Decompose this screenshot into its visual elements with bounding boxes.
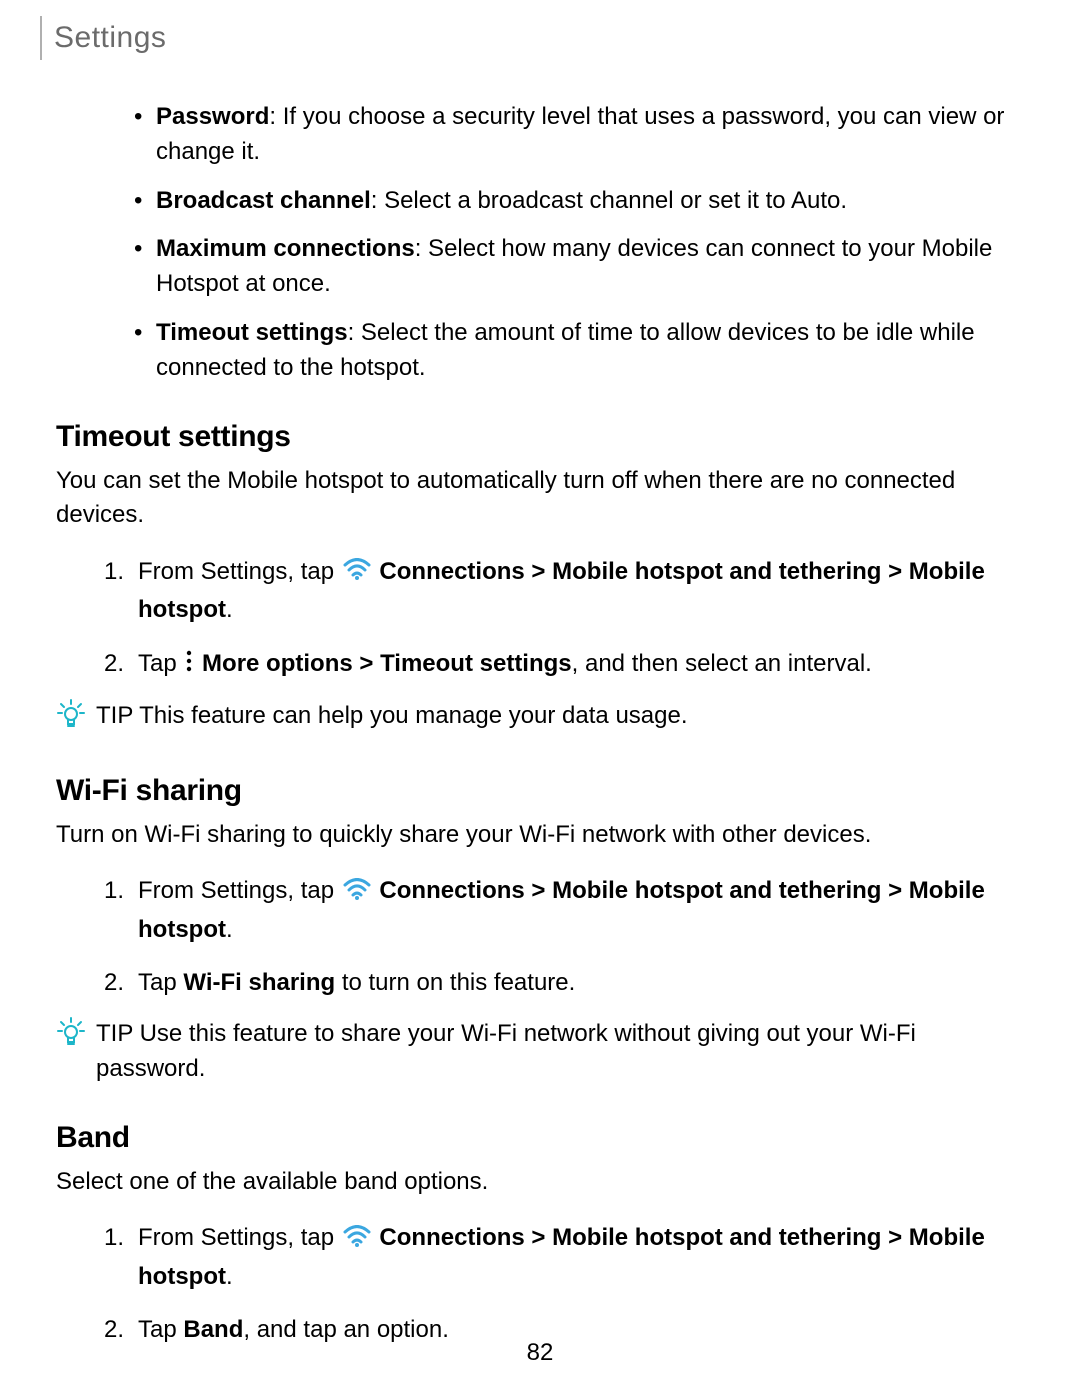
wifi-icon [343, 554, 371, 591]
step-sep: > [881, 1224, 908, 1251]
wifi-icon [343, 1221, 371, 1258]
step-sep: > [525, 558, 552, 585]
tip-body: Use this feature to share your Wi-Fi net… [96, 1020, 916, 1082]
bullet-label: Password [156, 103, 269, 130]
options-bullet-list: Password: If you choose a security level… [56, 100, 1024, 386]
page-content: Password: If you choose a security level… [56, 100, 1024, 1364]
step-end: . [226, 916, 233, 943]
bullet-broadcast-channel: Broadcast channel: Select a broadcast ch… [134, 184, 1024, 219]
heading-timeout-settings: Timeout settings [56, 420, 1024, 454]
tip-label: TIP [96, 1020, 133, 1047]
tip-label: TIP [96, 702, 133, 729]
step-bold: Connections [379, 1224, 524, 1251]
bullet-maximum-connections: Maximum connections: Select how many dev… [134, 232, 1024, 302]
band-step-1: From Settings, tap Connections > Mobile … [104, 1219, 1024, 1294]
heading-band: Band [56, 1121, 1024, 1155]
bullet-label: Maximum connections [156, 235, 415, 262]
step-bold: Mobile hotspot and tethering [552, 877, 881, 904]
step-text: Tap [138, 650, 183, 677]
heading-wifi-sharing: Wi-Fi sharing [56, 774, 1024, 808]
step-bold: Mobile hotspot and tethering [552, 558, 881, 585]
page-number: 82 [0, 1339, 1080, 1367]
bullet-password: Password: If you choose a security level… [134, 100, 1024, 170]
tip-body: This feature can help you manage your da… [133, 702, 688, 729]
step-bold: Connections [379, 877, 524, 904]
tip-icon [56, 1017, 86, 1058]
step-end: . [226, 596, 233, 623]
band-steps: From Settings, tap Connections > Mobile … [56, 1219, 1024, 1348]
wifi-step-1: From Settings, tap Connections > Mobile … [104, 872, 1024, 947]
step-end: , and then select an interval. [572, 650, 872, 677]
bullet-text: : If you choose a security level that us… [156, 103, 1004, 165]
header-divider [40, 16, 42, 60]
timeout-lead: You can set the Mobile hotspot to automa… [56, 464, 1024, 534]
step-text: Tap [138, 969, 183, 996]
tip-text-wrapper: TIP This feature can help you manage you… [96, 699, 1024, 734]
step-sep: > [881, 877, 908, 904]
step-end: to turn on this feature. [335, 969, 575, 996]
more-options-icon [185, 646, 193, 683]
step-bold: Timeout settings [380, 650, 572, 677]
step-text: From Settings, tap [138, 558, 341, 585]
wifi-steps: From Settings, tap Connections > Mobile … [56, 872, 1024, 1001]
step-bold: Wi-Fi sharing [183, 969, 335, 996]
step-bold: More options [202, 650, 353, 677]
tip-icon [56, 699, 86, 740]
tip-text-wrapper: TIP Use this feature to share your Wi-Fi… [96, 1017, 1024, 1087]
header-title: Settings [54, 21, 166, 55]
bullet-text: : Select a broadcast channel or set it t… [371, 187, 847, 214]
step-bold: Connections [379, 558, 524, 585]
step-text: From Settings, tap [138, 1224, 341, 1251]
wifi-lead: Turn on Wi-Fi sharing to quickly share y… [56, 818, 1024, 853]
step-bold: Mobile hotspot and tethering [552, 1224, 881, 1251]
timeout-steps: From Settings, tap Connections > Mobile … [56, 553, 1024, 683]
bullet-label: Broadcast channel [156, 187, 371, 214]
step-sep: > [525, 1224, 552, 1251]
wifi-tip: TIP Use this feature to share your Wi-Fi… [56, 1017, 1024, 1087]
timeout-step-1: From Settings, tap Connections > Mobile … [104, 553, 1024, 628]
timeout-step-2: Tap More options > Timeout settings, and… [104, 645, 1024, 683]
band-lead: Select one of the available band options… [56, 1165, 1024, 1200]
step-sep: > [881, 558, 908, 585]
step-sep: > [353, 650, 380, 677]
page-header: Settings [40, 16, 166, 60]
step-sep: > [525, 877, 552, 904]
bullet-timeout-settings: Timeout settings: Select the amount of t… [134, 316, 1024, 386]
timeout-tip: TIP This feature can help you manage you… [56, 699, 1024, 740]
step-end: . [226, 1263, 233, 1290]
wifi-icon [343, 874, 371, 911]
wifi-step-2: Tap Wi-Fi sharing to turn on this featur… [104, 964, 1024, 1001]
step-text: From Settings, tap [138, 877, 341, 904]
bullet-label: Timeout settings [156, 319, 348, 346]
